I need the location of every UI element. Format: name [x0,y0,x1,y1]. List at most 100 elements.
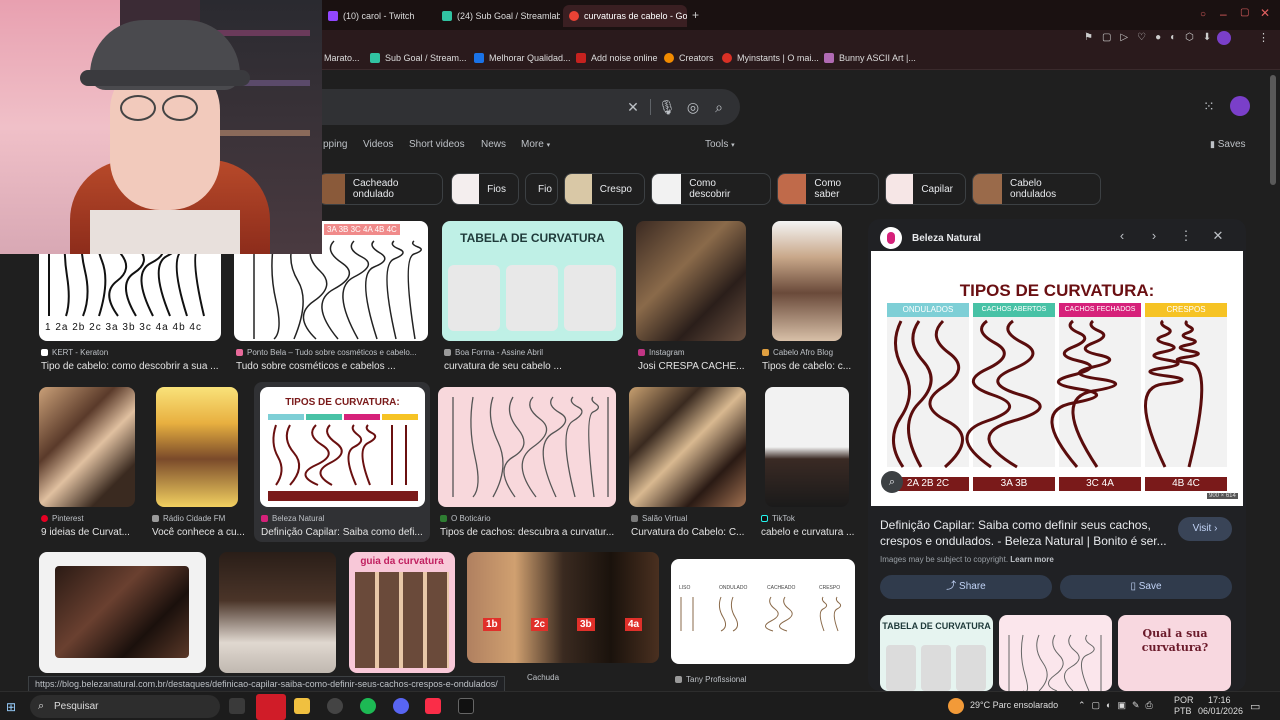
microphone-icon[interactable]: 🎙 [658,98,676,116]
tab-videos[interactable]: Videos [363,139,393,150]
tab-short-videos[interactable]: Short videos [409,139,465,150]
result-card[interactable]: guia da curvatura [349,552,455,673]
task-view-icon[interactable] [229,698,245,714]
tab-twitch[interactable]: (10) carol - Twitch [322,5,434,27]
chip-fios[interactable]: Fios [451,173,519,205]
result-title[interactable]: Curvatura do Cabelo: C... [631,527,747,538]
tab-tools[interactable]: Tools ▾ [705,139,735,150]
related-image[interactable] [999,615,1112,691]
lens-icon[interactable]: ◎ [684,98,702,116]
new-tab-icon[interactable]: + [692,8,699,22]
result-title[interactable]: cabelo e curvatura ... [761,527,855,538]
clock-date[interactable]: 06/01/2026 [1198,706,1243,716]
account-avatar[interactable] [1230,96,1250,116]
preview-title[interactable]: Definição Capilar: Saiba como definir se… [880,517,1180,549]
more-options-icon[interactable]: ⋮ [1177,227,1195,245]
page-scrollbar[interactable] [1268,71,1280,691]
result-card-selected[interactable]: TIPOS DE CURVATURA: Beleza Natural Defin… [254,382,430,542]
bookmark-item[interactable]: Melhorar Qualidad... [474,53,571,63]
lens-search-icon[interactable]: ⌕ [881,471,903,493]
result-card[interactable]: Salão Virtual Curvatura do Cabelo: C... [629,387,747,541]
file-explorer-icon[interactable] [294,698,310,714]
scrollbar-thumb[interactable] [1270,75,1276,185]
bookmark-icon [824,53,834,63]
extension-icons[interactable]: ⚑▢▷♡●◐⬡⬇ [1084,32,1220,43]
capcut-icon[interactable] [458,698,474,714]
search-icon[interactable]: ⌕ [710,98,728,116]
next-icon[interactable]: › [1145,227,1163,245]
result-title[interactable]: Definição Capilar: Saiba como defi... [261,527,426,538]
save-button[interactable]: ▯ Save [1060,575,1232,599]
weather-text[interactable]: 29°C Parc ensolarado [970,700,1058,710]
result-card[interactable]: Instagram Josi CRESPA CACHE... [636,221,746,375]
language-indicator[interactable]: POR [1174,695,1194,705]
result-card[interactable]: Cabelo Afro Blog Tipos de cabelo: c... [760,221,855,375]
menu-icon[interactable]: ⋮ [1258,31,1269,44]
bookmark-item[interactable]: Sub Goal / Stream... [370,53,467,63]
result-card[interactable]: TikTok cabelo e curvatura ... [759,387,855,541]
learn-more-link[interactable]: Learn more [1010,555,1054,564]
result-title[interactable]: Tipos de cabelo: c... [762,361,855,372]
close-panel-icon[interactable]: ✕ [1209,227,1227,245]
windows-start-icon[interactable]: ⊞ [6,700,16,714]
tab-shopping[interactable]: pping [323,139,347,150]
chip-crespo[interactable]: Crespo [564,173,645,205]
search-tabs-icon[interactable]: ○ [1200,9,1206,20]
taskbar-search[interactable]: ⌕ Pesquisar [30,695,220,718]
keyboard-layout[interactable]: PTB [1174,706,1192,716]
visit-button[interactable]: Visit › [1178,517,1232,541]
panel-source-name[interactable]: Beleza Natural [912,233,981,244]
system-tray-icons[interactable]: ⌃▢◐▣✎⎙ [1078,700,1159,711]
result-title[interactable]: Você conhece a cu... [152,527,248,538]
search-input[interactable]: ✕ 🎙 ◎ ⌕ [300,89,740,125]
result-card[interactable]: LISO ONDULADO CACHEADO CRESPO Tany Profi… [671,559,855,684]
notification-icon[interactable]: ▭ [1250,700,1260,713]
related-image[interactable]: TABELA DE CURVATURA [880,615,993,691]
discord-icon[interactable] [393,698,409,714]
chip-capilar[interactable]: Capilar [885,173,966,205]
clear-icon[interactable]: ✕ [624,98,642,116]
bookmark-item[interactable]: Bunny ASCII Art |... [824,53,916,63]
result-title[interactable]: Tipos de cachos: descubra a curvatur... [440,527,616,538]
tab-google-search[interactable]: curvaturas de cabelo - Go [563,5,687,27]
bookmark-item[interactable]: Creators [664,53,714,63]
spotify-icon[interactable] [360,698,376,714]
preview-image[interactable]: TIPOS DE CURVATURA: ONDULADOS CACHOS ABE… [871,251,1243,506]
chip-cabelo-ondulados[interactable]: Cabelo ondulados [972,173,1101,205]
chip-fio[interactable]: Fio [525,173,558,205]
bookmark-item[interactable]: Marato... [324,53,360,63]
share-button[interactable]: ⤴ Share [880,575,1052,599]
tab-streamlabs[interactable]: (24) Sub Goal / Streamlab [436,5,560,27]
chip-cacheado-ondulado[interactable]: Cacheado ondulado [318,173,443,205]
result-title[interactable]: 9 ideias de Curvat... [41,527,139,538]
close-window-icon[interactable]: ✕ [1260,6,1270,20]
music-icon[interactable] [425,698,441,714]
result-card[interactable] [39,552,206,673]
result-card[interactable]: O Boticário Tipos de cachos: descubra a … [438,387,616,541]
result-title[interactable]: Tipo de cabelo: como descobrir a sua ... [41,361,221,372]
maximize-icon[interactable]: ▢ [1240,7,1249,18]
apps-grid-icon[interactable]: ⁙ [1203,98,1215,115]
result-card[interactable]: Rádio Cidade FM Você conhece a cu... [150,387,248,541]
result-card[interactable] [219,552,336,673]
result-title[interactable]: curvatura de seu cabelo ... [444,361,623,372]
app-icon[interactable] [256,694,286,720]
chip-como-descobrir[interactable]: Como descobrir [651,173,771,205]
minimize-icon[interactable]: – [1220,7,1227,21]
related-image[interactable]: Qual a sua curvatura? [1118,615,1231,691]
result-card[interactable]: Pinterest 9 ideias de Curvat... [39,387,139,541]
profile-avatar[interactable] [1217,31,1231,45]
chip-como-saber[interactable]: Como saber [777,173,879,205]
prev-icon[interactable]: ‹ [1113,227,1131,245]
saves-button[interactable]: ▮ Saves [1210,139,1246,150]
result-title[interactable]: Tudo sobre cosméticos e cabelos ... [236,361,428,372]
browser-icon[interactable] [327,698,343,714]
result-title[interactable]: Josi CRESPA CACHE... [638,361,746,372]
bookmark-item[interactable]: Add noise online [576,53,658,63]
tab-news[interactable]: News [481,139,506,150]
tab-more[interactable]: More ▾ [521,139,550,150]
bookmark-item[interactable]: Myinstants | O mai... [722,53,819,63]
result-card[interactable]: TABELA DE CURVATURA Boa Forma - Assine A… [442,221,623,375]
result-card[interactable]: 1b 2c 3b 4a Cachuda [467,552,659,684]
clock-time[interactable]: 17:16 [1208,695,1231,705]
